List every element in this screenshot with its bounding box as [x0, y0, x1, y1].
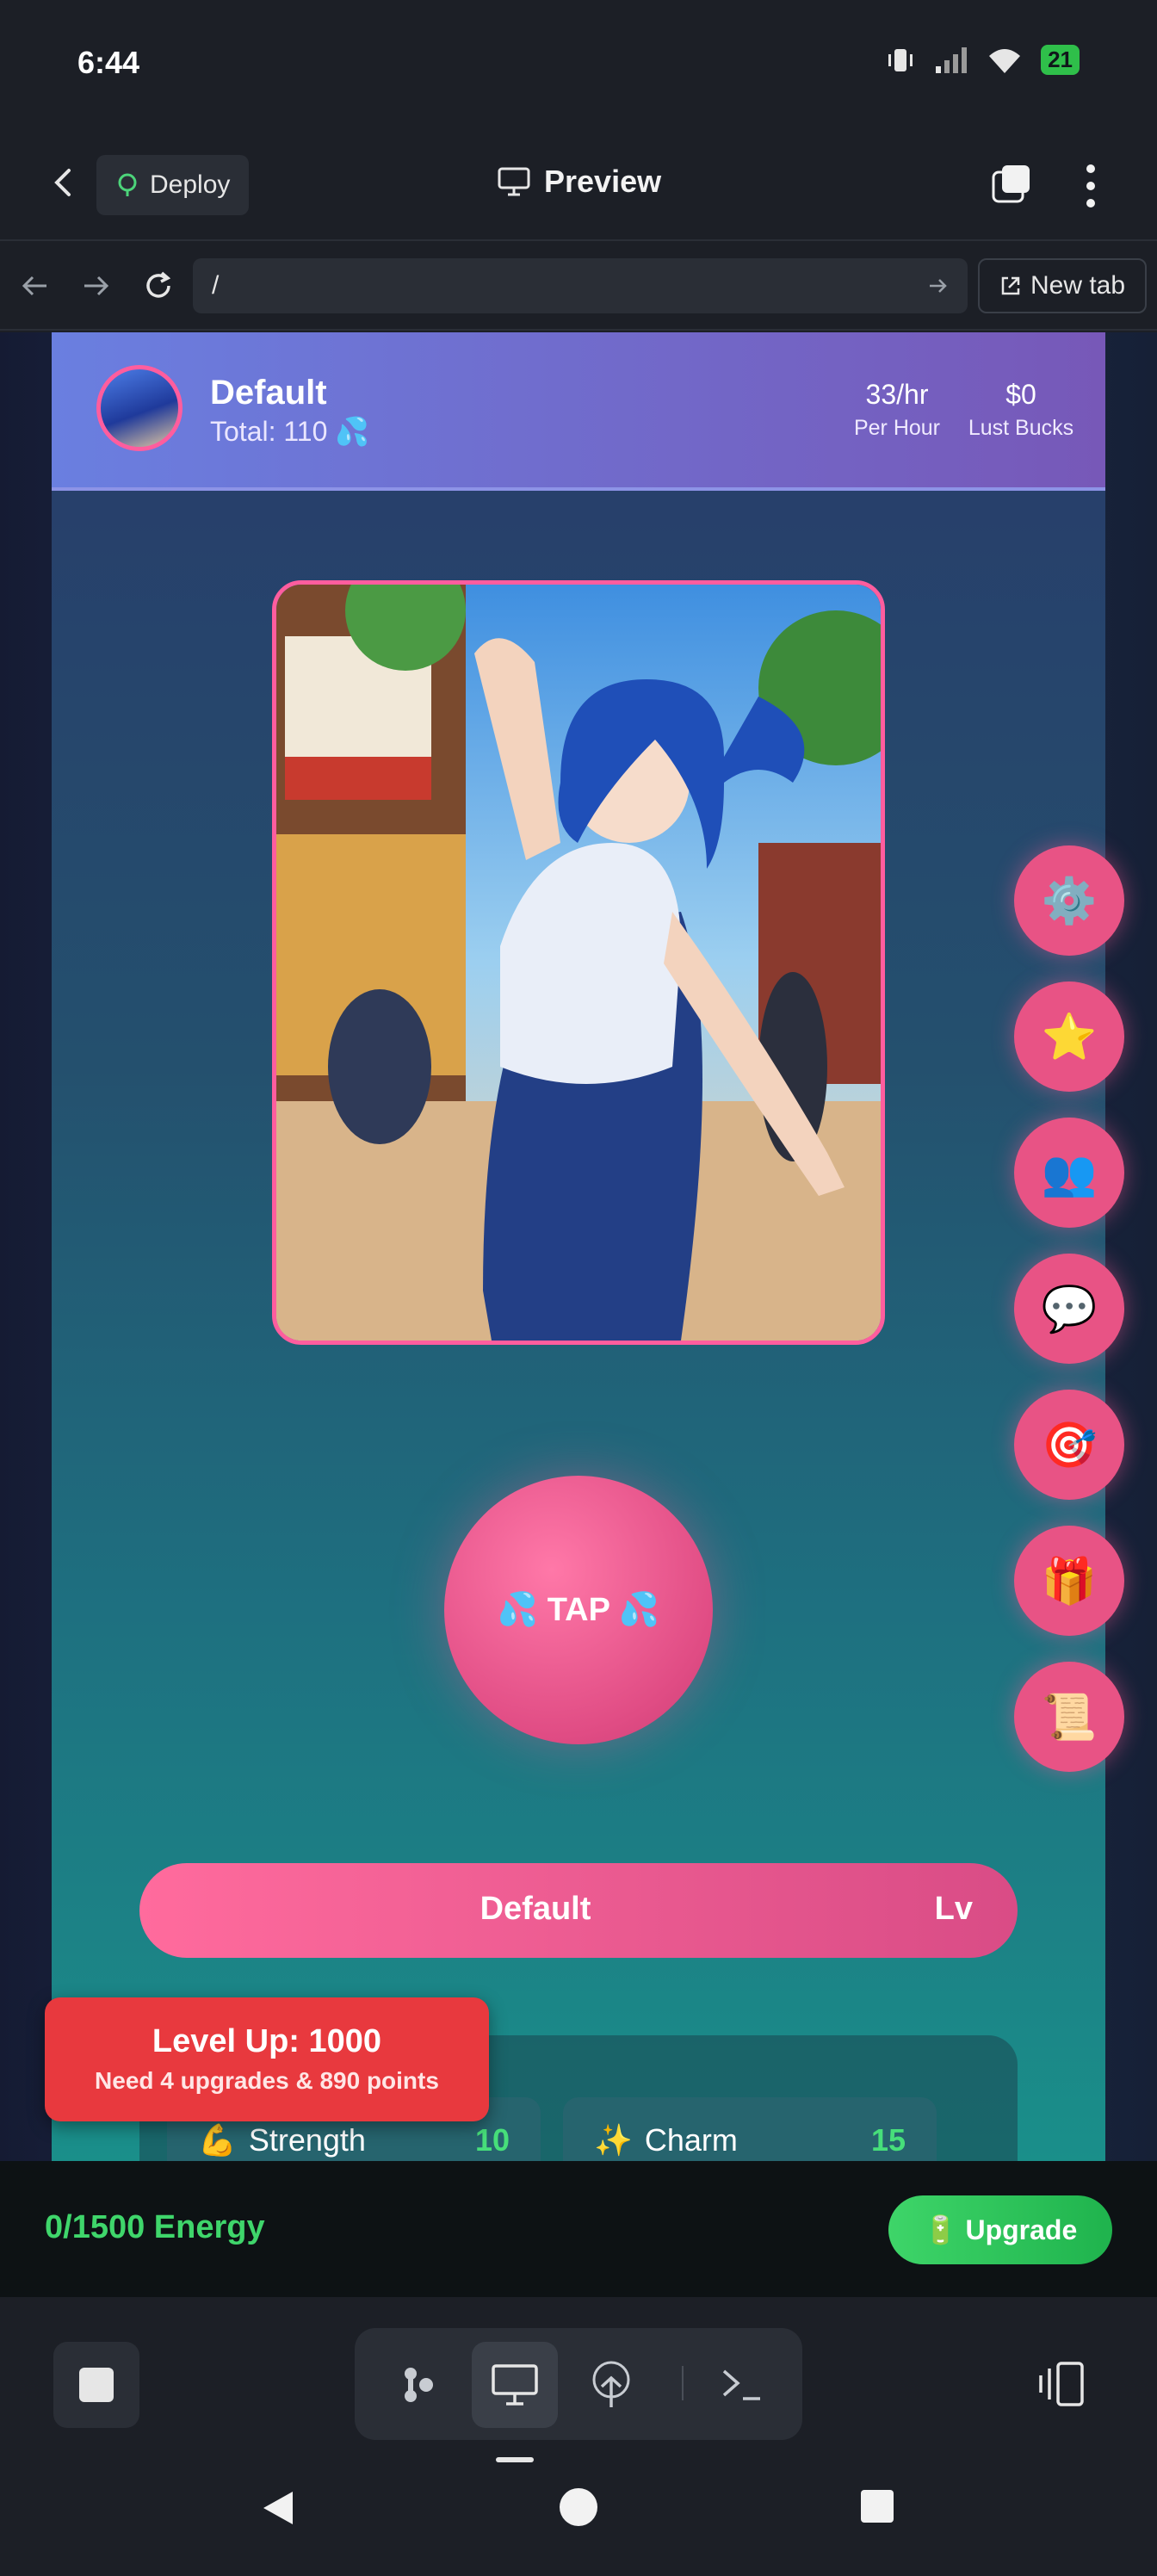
browser-forward-icon[interactable] [79, 269, 114, 303]
deploy-tool-button[interactable] [568, 2342, 654, 2428]
per-hour-label: Per Hour [853, 416, 941, 440]
per-hour-stat: 33/hr Per Hour [837, 379, 957, 441]
agent-tool-button[interactable] [375, 2342, 461, 2428]
app-toolbar [0, 2297, 1157, 2455]
gift-icon: 🎁 [1041, 1556, 1098, 1607]
level-up-toast[interactable]: Level Up: 1000 Need 4 upgrades & 890 poi… [45, 1997, 489, 2121]
character-portrait[interactable] [272, 580, 885, 1345]
signal-icon [936, 46, 968, 73]
stop-button[interactable] [53, 2342, 139, 2428]
new-tab-label: New tab [1030, 271, 1126, 300]
game-header: Default Total: 110 💦 33/hr Per Hour $0 L… [52, 332, 1105, 491]
tool-group [355, 2328, 802, 2440]
lust-bucks-stat: $0 Lust Bucks [952, 379, 1090, 441]
battery-level: 21 [1041, 45, 1080, 75]
per-hour-value: 33/hr [865, 379, 929, 410]
character-total: Total: 110 💦 [210, 416, 370, 447]
charm-icon: ✨ [594, 2122, 633, 2158]
energy-text: 0/1500 Energy [45, 2209, 265, 2245]
url-text: / [212, 271, 220, 300]
deploy-button[interactable]: Deploy [96, 155, 250, 215]
preview-title: Preview [498, 164, 661, 200]
toast-subtitle: Need 4 upgrades & 890 points [95, 2067, 439, 2094]
scroll-button[interactable]: 📜 [1014, 1662, 1124, 1772]
terminal-icon [722, 2369, 760, 2400]
avatar[interactable] [96, 365, 183, 451]
favorites-button[interactable]: ⭐ [1014, 981, 1124, 1092]
level-bar-lv: Lv [934, 1891, 973, 1927]
more-options-icon[interactable] [1080, 162, 1101, 210]
external-link-icon [1001, 276, 1020, 295]
characters-button[interactable]: 👥 [1014, 1118, 1124, 1228]
monitor-icon [498, 167, 530, 196]
split-view-icon [1039, 2362, 1084, 2406]
settings-icon: ⚙️ [1041, 876, 1098, 926]
users-icon: 👥 [1041, 1148, 1098, 1198]
charm-value: 15 [870, 2122, 906, 2158]
back-icon[interactable] [46, 165, 81, 200]
strength-label: Strength [248, 2122, 366, 2158]
chat-bubble-icon: 💬 [1041, 1284, 1098, 1334]
shell-tool-button[interactable] [699, 2342, 785, 2428]
app-header: Deploy Preview [0, 129, 1157, 241]
scroll-icon: 📜 [1041, 1692, 1098, 1743]
browser-back-icon[interactable] [17, 269, 52, 303]
gifts-button[interactable]: 🎁 [1014, 1526, 1124, 1636]
tabs-icon[interactable] [990, 164, 1033, 207]
toast-title: Level Up: 1000 [152, 2023, 382, 2059]
charm-stat: ✨ Charm 15 [563, 2097, 937, 2161]
go-arrow-icon[interactable] [926, 274, 950, 298]
vibrate-icon [888, 48, 913, 71]
level-bar[interactable]: Default Lv [139, 1863, 1018, 1958]
strength-icon: 💪 [198, 2122, 237, 2158]
split-view-button[interactable] [1023, 2345, 1100, 2423]
monitor-icon [492, 2364, 538, 2406]
system-recents-icon[interactable] [861, 2490, 894, 2523]
stop-icon [79, 2368, 114, 2402]
charm-label: Charm [644, 2122, 738, 2158]
game-container: Default Total: 110 💦 33/hr Per Hour $0 L… [52, 332, 1124, 2161]
lust-bucks-label: Lust Bucks [968, 416, 1074, 440]
strength-value: 10 [474, 2122, 510, 2158]
chat-button[interactable]: 💬 [1014, 1254, 1124, 1364]
reload-icon[interactable] [141, 269, 176, 303]
web-viewport: Default Total: 110 💦 33/hr Per Hour $0 L… [0, 332, 1157, 2161]
tasks-button[interactable]: 🎯 [1014, 1390, 1124, 1500]
preview-tool-button[interactable] [472, 2342, 558, 2428]
character-name: Default [210, 374, 327, 412]
status-bar: 6:44 21 [0, 0, 1157, 129]
system-back-icon[interactable] [258, 2488, 298, 2528]
new-tab-button[interactable]: New tab [978, 258, 1147, 313]
agent-icon [405, 2368, 433, 2402]
status-icons: 21 [886, 45, 1080, 75]
preview-title-label: Preview [544, 164, 662, 199]
character-portrait-image [276, 585, 881, 1341]
deploy-label: Deploy [150, 170, 231, 199]
system-home-icon[interactable] [560, 2488, 597, 2526]
wifi-icon [989, 48, 1021, 73]
energy-bar: 0/1500 Energy 🔋 Upgrade [0, 2161, 1157, 2297]
settings-button[interactable]: ⚙️ [1014, 845, 1124, 956]
tap-button[interactable]: 💦 TAP 💦 [444, 1476, 713, 1744]
lust-bucks-value: $0 [1005, 379, 1036, 410]
star-icon: ⭐ [1041, 1012, 1098, 1062]
target-icon: 🎯 [1041, 1420, 1098, 1471]
system-nav-bar [0, 2464, 1157, 2576]
gesture-handle [496, 2457, 534, 2462]
tool-divider [682, 2366, 684, 2400]
deploy-icon [592, 2361, 630, 2407]
browser-bar: / New tab [0, 243, 1157, 331]
level-bar-name: Default [480, 1891, 591, 1927]
upgrade-button[interactable]: 🔋 Upgrade [888, 2195, 1112, 2264]
url-input[interactable]: / [193, 258, 968, 313]
deploy-icon [118, 173, 137, 196]
status-time: 6:44 [77, 45, 140, 80]
